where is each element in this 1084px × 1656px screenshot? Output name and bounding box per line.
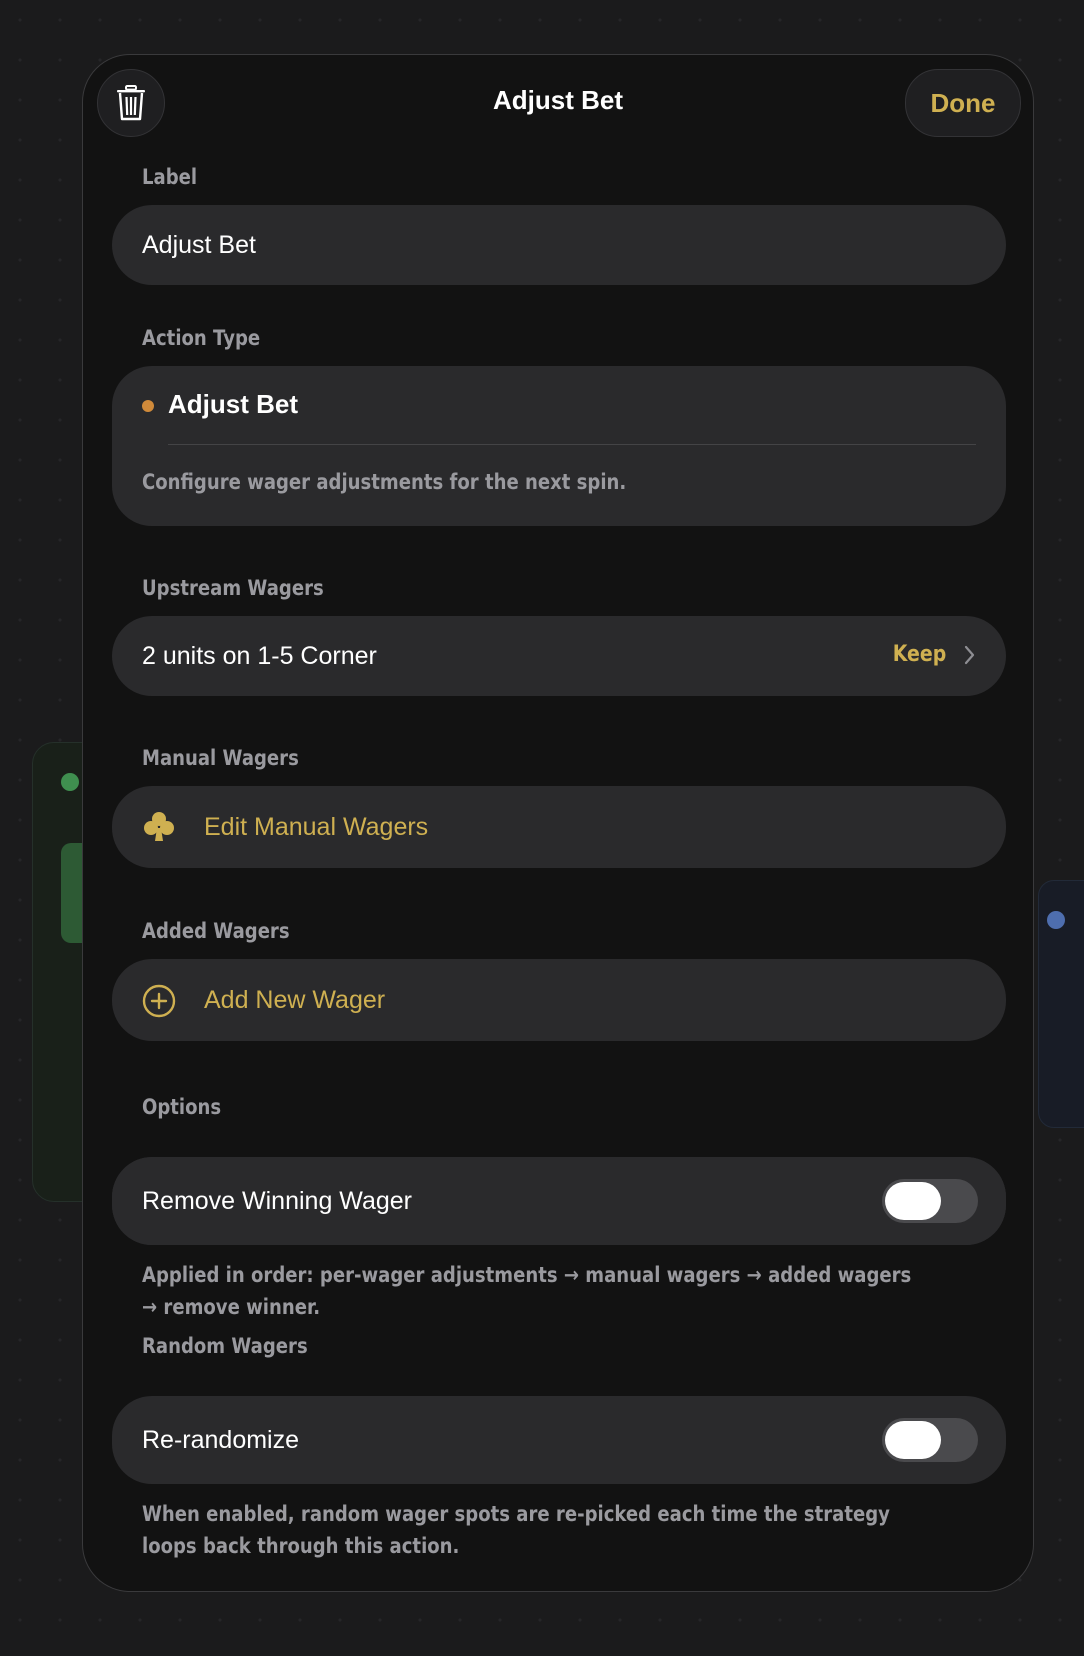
wager-status: Keep <box>892 642 946 667</box>
add-new-wager-label: Add New Wager <box>204 986 386 1014</box>
club-icon <box>144 812 174 841</box>
add-new-wager-button[interactable]: Add New Wager <box>112 959 1006 1041</box>
upstream-wagers-section-title: Upstream Wagers <box>142 576 324 600</box>
edit-manual-wagers-label: Edit Manual Wagers <box>204 813 429 841</box>
background-node-card-right <box>1038 880 1084 1128</box>
options-note: Applied in order: per-wager adjustments … <box>142 1263 912 1319</box>
action-type-description: Configure wager adjustments for the next… <box>142 470 627 494</box>
remove-winning-wager-row-content: Remove Winning Wager <box>112 1157 1006 1245</box>
added-wagers-section-title: Added Wagers <box>142 919 290 943</box>
random-wagers-note: When enabled, random wager spots are re-… <box>142 1502 890 1558</box>
action-type-card[interactable]: Adjust Bet Configure wager adjustments f… <box>112 366 1006 526</box>
random-wagers-section-title: Random Wagers <box>142 1334 308 1358</box>
upstream-wager-label: 2 units on 1-5 Corner <box>142 642 377 670</box>
toggle-knob <box>885 1421 941 1459</box>
divider <box>168 444 976 445</box>
plus-circle-icon <box>142 984 176 1018</box>
sheet-title: Adjust Bet <box>493 85 623 115</box>
label-field-row[interactable] <box>112 205 1006 285</box>
label-input[interactable] <box>142 205 962 285</box>
upstream-wager-row[interactable]: 2 units on 1-5 Corner Keep <box>112 616 1006 696</box>
edit-manual-wagers-button[interactable]: Edit Manual Wagers <box>112 786 1006 868</box>
toggle-knob <box>885 1182 941 1220</box>
done-button[interactable]: Done <box>905 69 1021 137</box>
re-randomize-toggle[interactable] <box>882 1418 978 1462</box>
re-randomize-row: Re-randomize <box>112 1396 1006 1484</box>
adjust-bet-sheet: Adjust Bet Done Label Action Type Adjust… <box>82 54 1034 1592</box>
chevron-right-icon <box>964 645 975 665</box>
label-section-title: Label <box>142 165 198 189</box>
options-section-title: Options <box>142 1095 222 1119</box>
re-randomize-label: Re-randomize <box>142 1426 300 1454</box>
remove-winning-wager-toggle[interactable] <box>882 1179 978 1223</box>
remove-winning-wager-label: Remove Winning Wager <box>142 1187 413 1215</box>
action-type-section-title: Action Type <box>142 326 261 350</box>
action-type-name: Adjust Bet <box>168 389 298 419</box>
action-color-dot <box>142 400 154 412</box>
manual-wagers-section-title: Manual Wagers <box>142 746 299 770</box>
